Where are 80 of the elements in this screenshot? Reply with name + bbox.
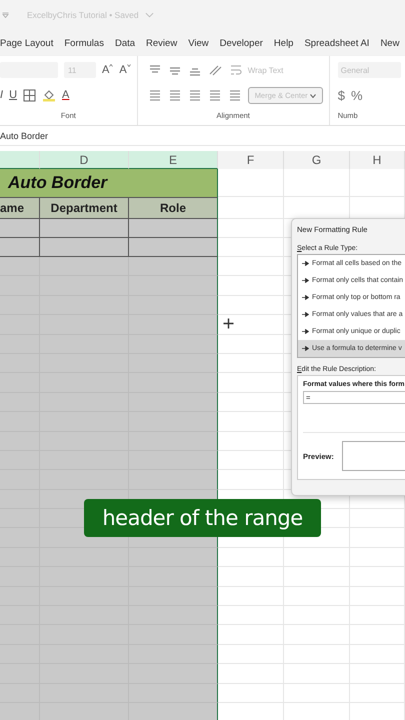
caption-banner: header of the range xyxy=(84,499,321,537)
wrap-icon[interactable] xyxy=(230,64,242,76)
align-icon[interactable] xyxy=(208,89,222,101)
borders-icon[interactable] xyxy=(23,88,36,102)
currency-button[interactable]: $ xyxy=(338,88,345,102)
table-cell xyxy=(218,197,284,219)
table-cell xyxy=(350,548,405,568)
table-cell xyxy=(350,528,405,548)
quick-access-icon[interactable] xyxy=(2,12,9,18)
table-cell xyxy=(218,606,284,626)
table-cell xyxy=(350,606,405,626)
ribbon-tab[interactable]: Data xyxy=(114,36,136,50)
table-cell xyxy=(284,625,350,645)
table-cell xyxy=(350,644,405,664)
underline-button[interactable]: U xyxy=(9,89,18,101)
table-cell xyxy=(218,625,284,645)
column-header[interactable]: G xyxy=(284,151,350,169)
ribbon-tab[interactable]: Spreadsheet AI xyxy=(304,36,370,50)
table-cell xyxy=(284,684,350,703)
ribbon-tab[interactable]: Developer xyxy=(220,36,263,50)
table-cell xyxy=(218,684,284,703)
orientation-icon[interactable] xyxy=(208,64,224,76)
table-cell xyxy=(218,586,284,606)
grow-font-button[interactable]: A xyxy=(102,64,114,76)
table-cell xyxy=(284,567,350,587)
header-cell: ame xyxy=(0,197,40,219)
table-cell xyxy=(284,606,350,626)
table-cell xyxy=(218,567,284,587)
ribbon-tab[interactable]: New xyxy=(380,36,400,50)
table-cell xyxy=(0,257,40,276)
caret-down-icon xyxy=(126,64,131,67)
percent-button[interactable]: % xyxy=(350,88,363,102)
table-cell xyxy=(218,169,284,197)
table-cell xyxy=(350,586,405,606)
ribbon-tab[interactable]: Help xyxy=(274,36,294,50)
table-cell xyxy=(284,664,350,684)
column-header[interactable]: H xyxy=(350,151,405,169)
table-cell xyxy=(350,664,405,684)
arrow-icon xyxy=(302,312,309,317)
table-cell xyxy=(284,586,350,606)
table-cell xyxy=(284,548,350,568)
header-cell: Role xyxy=(129,197,218,219)
column-header[interactable]: F xyxy=(218,151,284,169)
column-header[interactable]: D xyxy=(40,151,129,169)
arrow-icon xyxy=(302,278,309,283)
shrink-font-button[interactable]: A xyxy=(119,64,131,76)
table-cell xyxy=(350,625,405,645)
table-cell xyxy=(350,567,405,587)
column-header[interactable]: E xyxy=(129,151,218,169)
ribbon-tab[interactable]: Review xyxy=(146,36,178,50)
align-icon[interactable] xyxy=(188,89,202,101)
column-header[interactable] xyxy=(0,151,40,169)
align-icon[interactable] xyxy=(148,89,162,101)
formula-bar-value[interactable]: Auto Border xyxy=(0,130,48,140)
table-cell xyxy=(0,238,40,257)
move-cursor-icon xyxy=(223,318,234,329)
table-cell xyxy=(284,169,350,197)
italic-button[interactable]: I xyxy=(0,89,4,101)
align-icon[interactable] xyxy=(168,89,182,101)
table-cell xyxy=(284,644,350,664)
ribbon-tab[interactable]: View xyxy=(188,36,209,50)
fill-color-icon[interactable] xyxy=(42,88,56,102)
caret-up-icon xyxy=(109,64,114,67)
arrow-icon xyxy=(302,346,309,351)
table-cell xyxy=(0,219,40,238)
ribbon-tab[interactable]: Formulas xyxy=(64,36,104,50)
table-cell xyxy=(218,644,284,664)
table-cell xyxy=(218,664,284,684)
table-cell xyxy=(350,684,405,703)
arrow-icon xyxy=(302,329,309,334)
caret-icon xyxy=(310,94,316,98)
arrow-icon xyxy=(302,261,309,266)
ribbon-tab[interactable]: Page Layout xyxy=(0,36,54,50)
align-icon[interactable] xyxy=(228,89,242,101)
header-cell: Department xyxy=(40,197,129,219)
table-cell xyxy=(218,548,284,568)
table-title-cell: Auto Border xyxy=(0,169,218,197)
font-color-button[interactable]: A xyxy=(62,89,70,101)
arrow-icon xyxy=(302,295,309,300)
table-cell xyxy=(350,509,405,528)
